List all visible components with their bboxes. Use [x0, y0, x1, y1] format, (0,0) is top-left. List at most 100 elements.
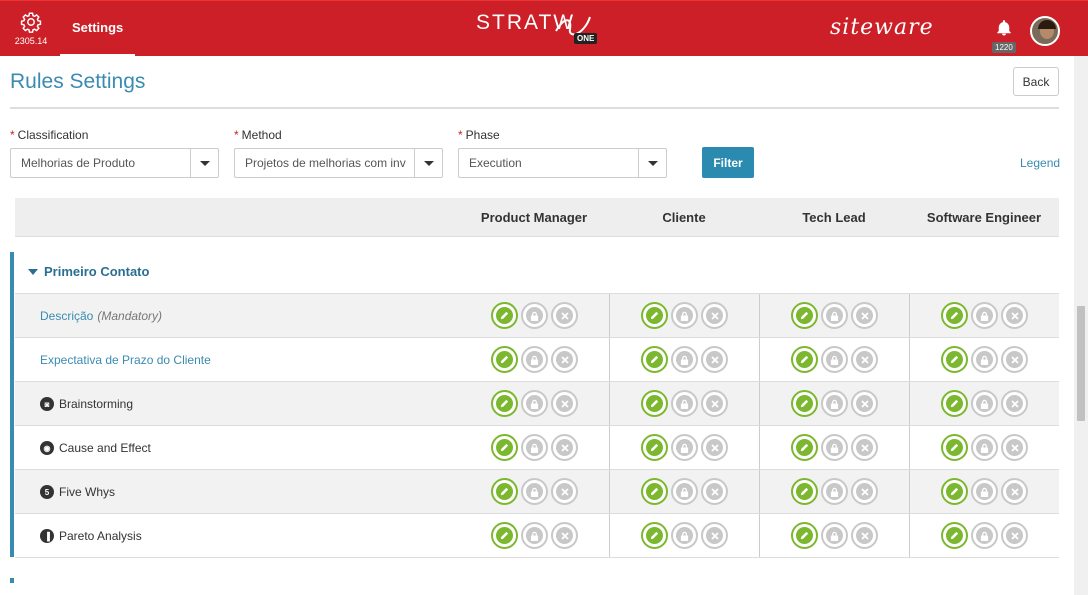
method-select[interactable]: Projetos de melhorias com inv — [234, 148, 443, 178]
edit-icon[interactable] — [491, 346, 518, 373]
lock-icon[interactable] — [971, 522, 998, 549]
close-icon[interactable] — [701, 346, 728, 373]
lock-icon[interactable] — [671, 390, 698, 417]
close-icon[interactable] — [701, 478, 728, 505]
back-button[interactable]: Back — [1013, 67, 1059, 96]
close-icon[interactable] — [851, 302, 878, 329]
lock-icon[interactable] — [521, 302, 548, 329]
stratws-logo[interactable]: STRATW ONE — [476, 11, 598, 47]
lock-icon[interactable] — [521, 346, 548, 373]
group-toggle[interactable]: Primeiro Contato — [28, 264, 149, 279]
edit-icon[interactable] — [491, 522, 518, 549]
edit-icon[interactable] — [941, 302, 968, 329]
lock-icon[interactable] — [821, 302, 848, 329]
lock-icon[interactable] — [521, 434, 548, 461]
avatar[interactable] — [1030, 16, 1060, 46]
edit-icon[interactable] — [491, 434, 518, 461]
edit-icon[interactable] — [641, 390, 668, 417]
close-icon[interactable] — [701, 302, 728, 329]
edit-icon[interactable] — [941, 434, 968, 461]
close-icon[interactable] — [551, 434, 578, 461]
column-divider — [609, 338, 610, 382]
notifications-button[interactable] — [995, 19, 1013, 42]
edit-icon[interactable] — [491, 478, 518, 505]
lock-icon[interactable] — [671, 346, 698, 373]
close-icon[interactable] — [551, 522, 578, 549]
edit-icon[interactable] — [791, 434, 818, 461]
edit-icon[interactable] — [641, 434, 668, 461]
lock-icon[interactable] — [671, 302, 698, 329]
filter-button[interactable]: Filter — [702, 147, 754, 178]
permission-cell — [791, 434, 881, 462]
close-icon[interactable] — [551, 478, 578, 505]
edit-icon[interactable] — [941, 346, 968, 373]
edit-icon[interactable] — [791, 346, 818, 373]
edit-icon[interactable] — [641, 522, 668, 549]
lock-icon[interactable] — [821, 478, 848, 505]
close-icon[interactable] — [551, 390, 578, 417]
row-label-text: Expectativa de Prazo do Cliente — [40, 353, 211, 367]
legend-link[interactable]: Legend — [1020, 156, 1060, 170]
close-icon[interactable] — [1001, 522, 1028, 549]
title-divider — [10, 107, 1059, 109]
lock-icon[interactable] — [671, 478, 698, 505]
edit-icon[interactable] — [641, 478, 668, 505]
edit-icon[interactable] — [941, 478, 968, 505]
lock-icon[interactable] — [521, 478, 548, 505]
tab-settings[interactable]: Settings — [60, 1, 136, 57]
close-icon[interactable] — [851, 478, 878, 505]
column-divider — [759, 470, 760, 514]
lock-icon[interactable] — [821, 434, 848, 461]
column-header: Tech Lead — [802, 210, 866, 225]
chevron-down-icon[interactable] — [638, 149, 666, 177]
lock-icon[interactable] — [821, 390, 848, 417]
lock-icon[interactable] — [971, 302, 998, 329]
lock-icon[interactable] — [971, 390, 998, 417]
edit-icon[interactable] — [791, 302, 818, 329]
edit-icon[interactable] — [641, 346, 668, 373]
close-icon[interactable] — [551, 346, 578, 373]
close-icon[interactable] — [1001, 302, 1028, 329]
edit-icon[interactable] — [791, 390, 818, 417]
classification-select[interactable]: Melhorias de Produto — [10, 148, 219, 178]
edit-icon[interactable] — [791, 522, 818, 549]
page-scrollbar[interactable] — [1074, 56, 1088, 595]
close-icon[interactable] — [551, 302, 578, 329]
edit-icon[interactable] — [941, 522, 968, 549]
scrollbar-thumb[interactable] — [1077, 306, 1085, 421]
lock-icon[interactable] — [521, 390, 548, 417]
close-icon[interactable] — [701, 522, 728, 549]
edit-icon[interactable] — [491, 302, 518, 329]
edit-icon[interactable] — [791, 478, 818, 505]
row-label[interactable]: Descrição (Mandatory) — [40, 294, 162, 338]
close-icon[interactable] — [1001, 478, 1028, 505]
lock-icon[interactable] — [821, 522, 848, 549]
row-label: ◉ Cause and Effect — [40, 426, 151, 470]
edit-icon[interactable] — [491, 390, 518, 417]
close-icon[interactable] — [1001, 390, 1028, 417]
close-icon[interactable] — [851, 390, 878, 417]
column-divider — [609, 514, 610, 558]
lock-icon[interactable] — [671, 522, 698, 549]
edit-icon[interactable] — [941, 390, 968, 417]
lock-icon[interactable] — [521, 522, 548, 549]
lock-icon[interactable] — [971, 346, 998, 373]
close-icon[interactable] — [701, 390, 728, 417]
close-icon[interactable] — [1001, 346, 1028, 373]
row-label[interactable]: Expectativa de Prazo do Cliente — [40, 338, 211, 382]
chevron-down-icon[interactable] — [414, 149, 442, 177]
lock-icon[interactable] — [971, 434, 998, 461]
lock-icon[interactable] — [821, 346, 848, 373]
lock-icon[interactable] — [671, 434, 698, 461]
close-icon[interactable] — [851, 434, 878, 461]
close-icon[interactable] — [1001, 434, 1028, 461]
close-icon[interactable] — [851, 522, 878, 549]
phase-select[interactable]: Execution — [458, 148, 667, 178]
settings-menu[interactable]: 2305.14 — [10, 11, 52, 46]
close-icon[interactable] — [851, 346, 878, 373]
permission-cell — [641, 478, 731, 506]
lock-icon[interactable] — [971, 478, 998, 505]
close-icon[interactable] — [701, 434, 728, 461]
chevron-down-icon[interactable] — [190, 149, 218, 177]
edit-icon[interactable] — [641, 302, 668, 329]
